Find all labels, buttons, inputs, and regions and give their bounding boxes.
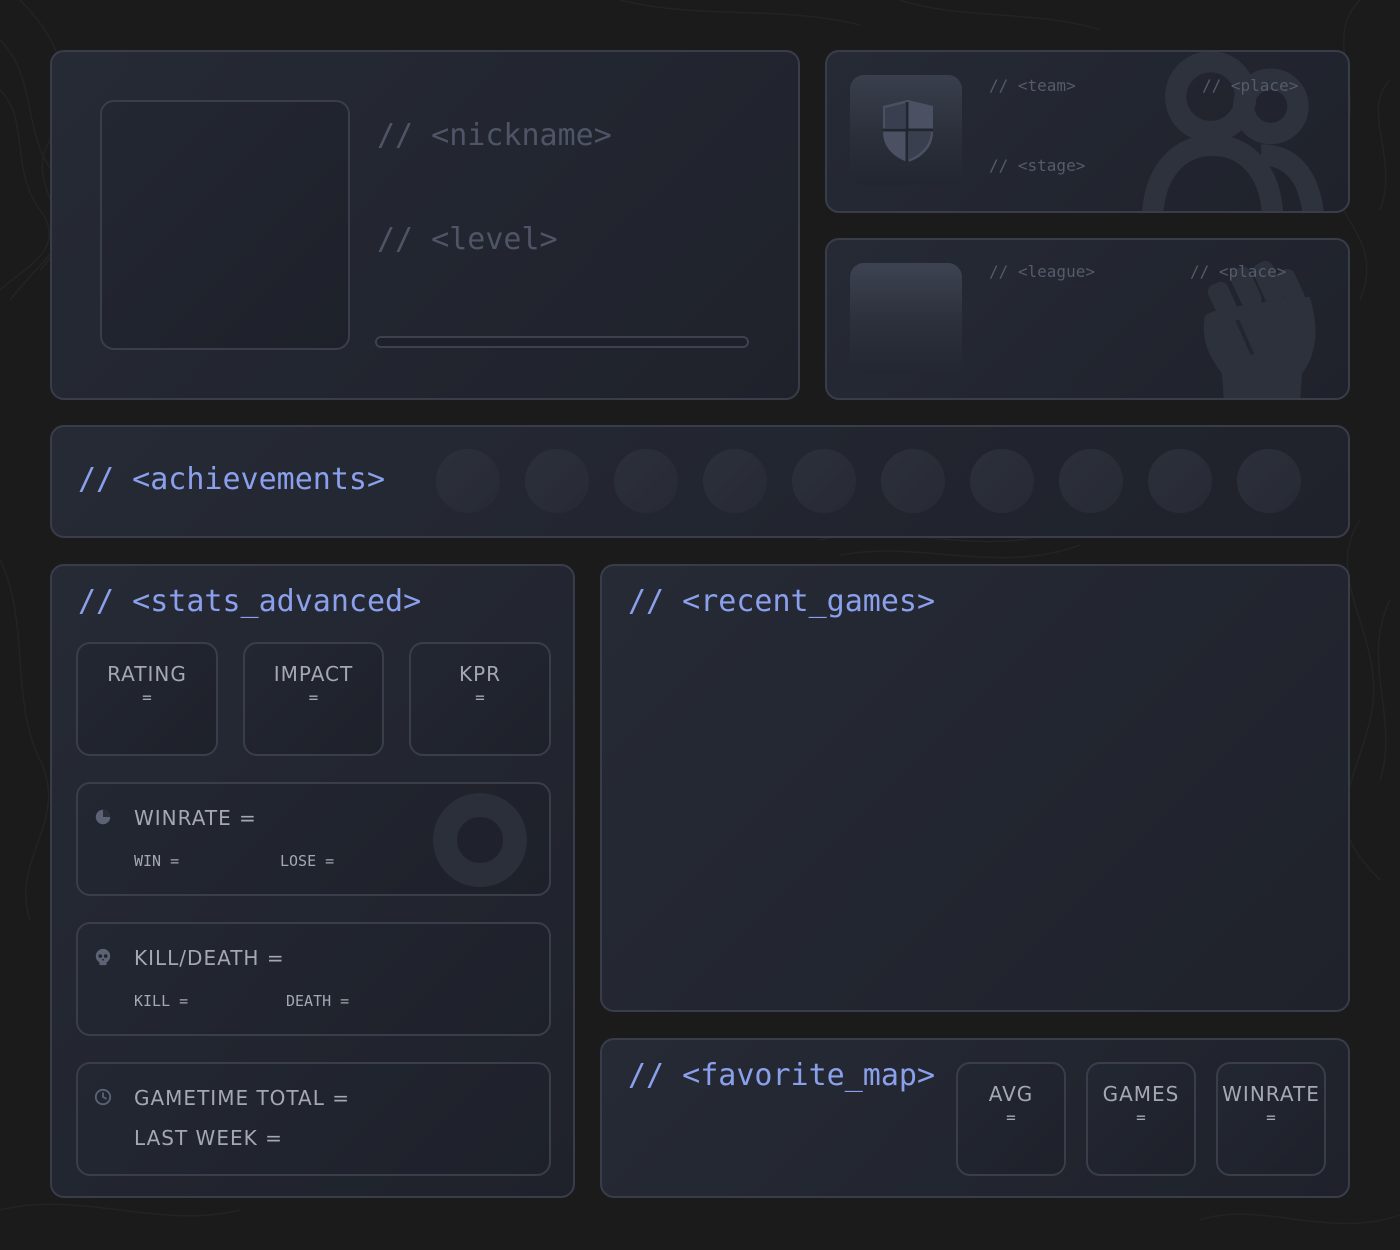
skull-icon — [95, 948, 111, 966]
kpr-label: KPR — [458, 662, 502, 686]
impact-stat: IMPACT = — [243, 642, 384, 756]
map-avg-value: = — [1006, 1108, 1016, 1127]
map-games-stat: GAMES = — [1086, 1062, 1196, 1176]
league-card[interactable]: // <league> // <place> — [825, 238, 1350, 400]
achievement-badge[interactable] — [703, 449, 767, 513]
achievement-badge[interactable] — [792, 449, 856, 513]
achievement-badge[interactable] — [614, 449, 678, 513]
rating-value: = — [142, 688, 152, 707]
level-progress-bar — [375, 336, 749, 348]
avatar[interactable] — [100, 100, 350, 350]
winrate-label: WINRATE = — [134, 806, 257, 830]
stats-advanced-card: // <stats_advanced> RATING = IMPACT = KP… — [50, 564, 575, 1198]
achievements-card: // <achievements> — [50, 425, 1350, 538]
map-winrate-label: WINRATE — [1222, 1082, 1320, 1106]
league-label: // <league> — [989, 262, 1095, 281]
map-games-label: GAMES — [1102, 1082, 1180, 1106]
death-label: DEATH = — [286, 992, 350, 1010]
level-placeholder: // <level> — [377, 222, 558, 257]
team-card[interactable]: // <team> // <place> // <stage> — [825, 50, 1350, 213]
impact-label: IMPACT — [273, 662, 354, 686]
favorite-map-title: // <favorite_map> — [628, 1058, 936, 1093]
last-week-label: LAST WEEK = — [134, 1126, 283, 1150]
map-avg-stat: AVG = — [956, 1062, 1066, 1176]
kpr-stat: KPR = — [409, 642, 551, 756]
stage-label: // <stage> — [989, 156, 1086, 175]
achievements-title: // <achievements> — [78, 462, 386, 497]
achievement-badge[interactable] — [436, 449, 500, 513]
impact-value: = — [308, 688, 319, 707]
kill-label: KILL = — [134, 992, 189, 1010]
winrate-donut — [433, 793, 527, 887]
favorite-map-card: // <favorite_map> AVG = GAMES = WINRATE … — [600, 1038, 1350, 1198]
map-winrate-stat: WINRATE = — [1216, 1062, 1326, 1176]
profile-card: // <nickname> // <level> — [50, 50, 800, 400]
kill-death-label: KILL/DEATH = — [134, 946, 285, 970]
league-place-label: // <place> — [1190, 262, 1287, 281]
nickname-placeholder: // <nickname> — [377, 118, 612, 153]
lose-label: LOSE = — [280, 852, 335, 870]
kill-death-panel: KILL/DEATH = KILL = DEATH = — [76, 922, 551, 1036]
winrate-panel: WINRATE = WIN = LOSE = — [76, 782, 551, 896]
map-winrate-value: = — [1266, 1108, 1276, 1127]
achievement-badge[interactable] — [525, 449, 589, 513]
kpr-value: = — [475, 688, 485, 707]
recent-games-card: // <recent_games> — [600, 564, 1350, 1012]
achievement-badge[interactable] — [970, 449, 1034, 513]
league-logo[interactable] — [850, 263, 962, 373]
achievement-badge[interactable] — [881, 449, 945, 513]
rating-stat: RATING = — [76, 642, 218, 756]
shield-icon — [883, 100, 933, 162]
pie-chart-icon — [95, 809, 111, 825]
stats-advanced-title: // <stats_advanced> — [78, 584, 422, 619]
rating-label: RATING — [107, 662, 187, 686]
recent-games-title: // <recent_games> — [628, 584, 936, 619]
win-label: WIN = — [134, 852, 180, 870]
gametime-panel: GAMETIME TOTAL = LAST WEEK = — [76, 1062, 551, 1176]
team-place-label: // <place> — [1202, 76, 1299, 95]
map-avg-label: AVG — [988, 1082, 1034, 1106]
team-label: // <team> — [989, 76, 1076, 95]
gametime-total-label: GAMETIME TOTAL = — [134, 1086, 350, 1110]
achievement-badge[interactable] — [1148, 449, 1212, 513]
achievement-badge[interactable] — [1059, 449, 1123, 513]
achievement-badge[interactable] — [1237, 449, 1301, 513]
clock-icon — [94, 1088, 112, 1106]
map-games-value: = — [1136, 1108, 1146, 1127]
